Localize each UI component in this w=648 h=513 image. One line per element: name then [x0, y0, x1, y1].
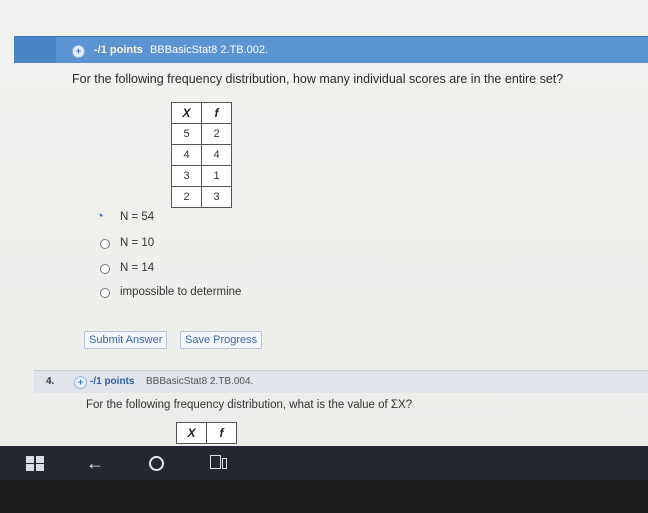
- question-3-header: + -/1 points BBBasicStat8 2.TB.002.: [14, 36, 648, 63]
- expand-plus-icon[interactable]: +: [72, 45, 85, 58]
- table-cell-x: 3: [171, 165, 202, 187]
- expand-plus-icon[interactable]: +: [74, 376, 87, 389]
- taskbar: ←: [0, 446, 648, 480]
- table-cell-x: 2: [171, 186, 202, 208]
- selected-pointer-icon: ◔: [96, 208, 104, 223]
- table-cell-x: 4: [171, 144, 202, 166]
- back-arrow-icon[interactable]: ←: [86, 446, 104, 480]
- question-3-points: -/1 points: [94, 44, 143, 56]
- radio-button[interactable]: [100, 239, 110, 249]
- table-cell-x: 5: [171, 123, 202, 145]
- question-3-frequency-table: X f 5 2 4 4 3 1 2 3: [171, 102, 232, 208]
- question-3-text: For the following frequency distribution…: [72, 72, 564, 86]
- answer-option-label: impossible to determine: [120, 286, 242, 298]
- submit-answer-button[interactable]: Submit Answer: [84, 331, 168, 349]
- windows-start-icon[interactable]: [26, 456, 44, 471]
- cortana-circle-icon[interactable]: [149, 456, 164, 471]
- radio-button[interactable]: [100, 288, 110, 298]
- table-row: 2 3: [171, 186, 232, 208]
- table-header-x: X: [171, 102, 202, 124]
- question-4-text: For the following frequency distribution…: [86, 399, 413, 411]
- question-4-header: 4. + -/1 points BBBasicStat8 2.TB.004.: [34, 370, 648, 393]
- task-view-icon[interactable]: [210, 455, 227, 469]
- question-4-code: BBBasicStat8 2.TB.004.: [146, 376, 254, 387]
- question-4-points: -/1 points: [90, 376, 135, 387]
- question-4-number: 4.: [46, 376, 55, 387]
- table-row: 3 1: [171, 165, 232, 187]
- table-header-f: f: [201, 102, 232, 124]
- save-progress-button[interactable]: Save Progress: [180, 331, 263, 349]
- table-cell-f: 3: [201, 186, 232, 208]
- table-row: 4 4: [171, 144, 232, 166]
- answer-option-label: N = 10: [120, 237, 155, 249]
- radio-button[interactable]: [100, 264, 110, 274]
- question-3-number-cell: [14, 37, 56, 63]
- question-4-frequency-table: X f: [176, 422, 237, 444]
- table-row: 5 2: [171, 123, 232, 145]
- answer-option-label: N = 14: [120, 262, 155, 274]
- question-3-code: BBBasicStat8 2.TB.002.: [150, 44, 269, 56]
- table-header-f: f: [206, 422, 237, 444]
- table-cell-f: 2: [201, 123, 232, 145]
- table-cell-f: 4: [201, 144, 232, 166]
- answer-option-label: N = 54: [120, 211, 155, 223]
- table-header-x: X: [176, 422, 207, 444]
- browser-page: + -/1 points BBBasicStat8 2.TB.002. For …: [0, 0, 648, 446]
- table-cell-f: 1: [201, 165, 232, 187]
